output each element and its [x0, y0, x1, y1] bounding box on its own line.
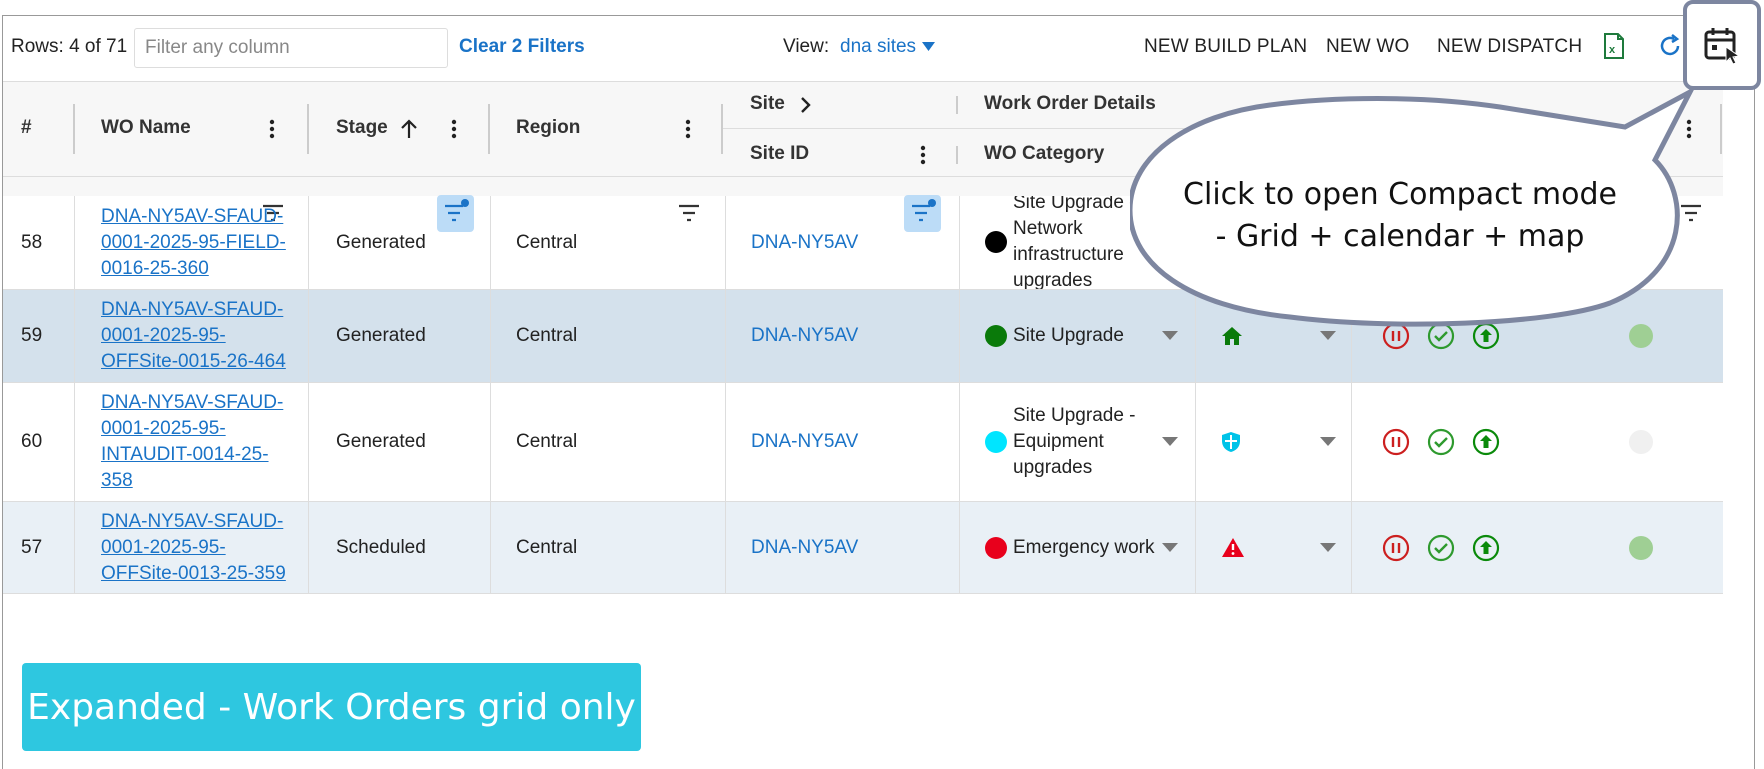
- work-orders-panel: Rows: 4 of 71 Clear 2 Filters View: dna …: [2, 15, 1755, 769]
- warning-icon: [1222, 538, 1244, 557]
- category-color-dot: [985, 325, 1007, 347]
- callout-line-1: Click to open Compact mode: [1183, 177, 1617, 212]
- category-value: Emergency work: [1013, 536, 1155, 558]
- site-id-link[interactable]: DNA-NY5AV: [751, 537, 858, 559]
- region-menu-icon[interactable]: [685, 119, 691, 139]
- wo-name-menu-icon[interactable]: [269, 119, 275, 139]
- header-stage[interactable]: Stage: [336, 117, 388, 139]
- type-dropdown-icon[interactable]: [1320, 543, 1336, 553]
- view-select[interactable]: dna sites: [840, 36, 936, 58]
- table-row[interactable]: 59 DNA-NY5AV-SFAUD- 0001-2025-95- OFFSit…: [3, 290, 1723, 383]
- pause-icon[interactable]: [1382, 428, 1410, 456]
- status-indicator: [1629, 535, 1653, 560]
- wo-name-link[interactable]: DNA-NY5AV-SFAUD- 0001-2025-95- OFFSite-0…: [101, 509, 286, 587]
- type-dropdown-icon[interactable]: [1320, 437, 1336, 447]
- caret-down-icon: [922, 42, 936, 51]
- wo-name-link[interactable]: DNA-NY5AV-SFAUD- 0001-2025-95- INTAUDIT-…: [101, 390, 283, 494]
- category-value: Site Upgrade: [1013, 325, 1124, 346]
- category-value: Site Upgrade - Network infrastructure up…: [1013, 196, 1136, 289]
- grid-toolbar: Rows: 4 of 71 Clear 2 Filters View: dna …: [3, 16, 1754, 82]
- row-number: 58: [21, 231, 43, 253]
- stage-value: Generated: [336, 325, 426, 346]
- wo-name-link[interactable]: DNA-NY5AV-SFAUD- 0001-2025-95- OFFSite-0…: [101, 297, 286, 375]
- header-site-id[interactable]: Site ID: [750, 143, 809, 165]
- refresh-icon[interactable]: [1658, 34, 1682, 58]
- home-icon: [1222, 327, 1242, 345]
- region-value: Central: [516, 536, 578, 558]
- region-value: Central: [516, 231, 578, 253]
- site-id-link[interactable]: DNA-NY5AV: [751, 325, 858, 347]
- status-indicator: [1629, 324, 1653, 348]
- region-value: Central: [516, 431, 578, 452]
- view-select-value: dna sites: [840, 36, 917, 57]
- region-value: Central: [516, 325, 578, 346]
- row-number: 59: [21, 325, 43, 346]
- check-circle-icon[interactable]: [1427, 428, 1455, 456]
- calendar-cursor-icon: [1704, 28, 1741, 65]
- header-num: #: [21, 117, 32, 138]
- excel-icon[interactable]: x: [1603, 33, 1625, 59]
- category-value: Site Upgrade - Equipment upgrades: [1013, 405, 1136, 478]
- stage-menu-icon[interactable]: [451, 119, 457, 139]
- check-circle-icon[interactable]: [1427, 534, 1455, 562]
- stage-value: Generated: [336, 431, 426, 452]
- site-id-link[interactable]: DNA-NY5AV: [751, 232, 858, 254]
- row-number: 60: [21, 431, 43, 452]
- callout-text: Click to open Compact mode - Grid + cale…: [1130, 174, 1670, 258]
- header-wo-details-group: Work Order Details: [984, 93, 1156, 114]
- pause-icon[interactable]: [1382, 322, 1410, 350]
- row-number: 57: [21, 536, 43, 558]
- upload-circle-icon[interactable]: [1472, 322, 1500, 350]
- category-dropdown-icon[interactable]: [1162, 437, 1178, 447]
- rows-count: Rows: 4 of 71: [11, 36, 128, 57]
- compact-mode-button[interactable]: [1683, 0, 1761, 90]
- shield-icon: [1222, 432, 1240, 452]
- type-dropdown-icon[interactable]: [1320, 331, 1336, 341]
- header-site-group[interactable]: Site: [750, 93, 785, 115]
- table-row[interactable]: 60 DNA-NY5AV-SFAUD- 0001-2025-95- INTAUD…: [3, 383, 1723, 502]
- table-row[interactable]: 57 DNA-NY5AV-SFAUD- 0001-2025-95- OFFSit…: [3, 502, 1723, 594]
- view-label: View:: [783, 36, 830, 57]
- upload-circle-icon[interactable]: [1472, 534, 1500, 562]
- clear-filters-link[interactable]: Clear 2 Filters: [459, 36, 585, 58]
- category-color-dot: [985, 431, 1007, 453]
- stage-value: Scheduled: [336, 536, 426, 558]
- svg-text:x: x: [1609, 44, 1616, 56]
- new-build-plan-button[interactable]: NEW BUILD PLAN: [1144, 36, 1307, 58]
- category-color-dot: [985, 231, 1007, 253]
- status-indicator: [1629, 430, 1653, 454]
- column-menu-icon[interactable]: [1686, 119, 1692, 139]
- sort-ascending-icon[interactable]: [399, 119, 419, 139]
- stage-value: Generated: [336, 231, 426, 253]
- check-circle-icon[interactable]: [1427, 322, 1455, 350]
- callout-line-2: - Grid + calendar + map: [1215, 219, 1585, 254]
- category-dropdown-icon[interactable]: [1162, 331, 1178, 341]
- filter-any-column-input[interactable]: [134, 28, 448, 68]
- header-region[interactable]: Region: [516, 117, 580, 139]
- wo-name-link[interactable]: DNA-NY5AV-SFAUD- 0001-2025-95-FIELD- 001…: [101, 204, 286, 282]
- site-id-menu-icon[interactable]: [920, 145, 926, 165]
- new-dispatch-button[interactable]: NEW DISPATCH: [1437, 36, 1582, 58]
- category-dropdown-icon[interactable]: [1162, 543, 1178, 553]
- category-color-dot: [985, 536, 1007, 559]
- header-wo-category[interactable]: WO Category: [984, 143, 1104, 165]
- header-wo-name[interactable]: WO Name: [101, 117, 191, 139]
- new-wo-button[interactable]: NEW WO: [1326, 36, 1410, 58]
- pause-icon[interactable]: [1382, 534, 1410, 562]
- chevron-right-icon[interactable]: [800, 96, 812, 114]
- site-id-link[interactable]: DNA-NY5AV: [751, 431, 858, 453]
- expanded-mode-banner: Expanded - Work Orders grid only: [22, 663, 641, 751]
- upload-circle-icon[interactable]: [1472, 428, 1500, 456]
